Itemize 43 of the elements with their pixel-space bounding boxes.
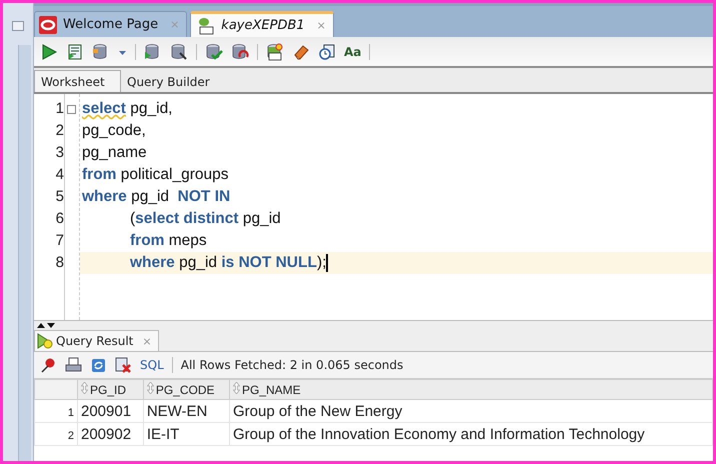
document-tab[interactable]: Welcome Page × (34, 11, 188, 37)
scrollbar[interactable] (18, 45, 30, 461)
column-header[interactable]: PG_NAME (229, 380, 712, 400)
table-cell: Group of the New Energy (229, 400, 712, 422)
line-number: 1 (54, 99, 64, 119)
minimize-button[interactable] (12, 21, 24, 31)
line-number: 7 (54, 231, 64, 251)
code-line: pg_code, (81, 121, 147, 141)
format-button[interactable]: Aa (344, 44, 362, 58)
code-line: where pg_id NOT IN (81, 187, 232, 207)
line-number: 3 (54, 143, 64, 163)
line-number: 4 (54, 165, 64, 185)
editor-tab[interactable]: Worksheet (34, 70, 121, 92)
logo-icon (39, 16, 57, 34)
code-line: select pg_id, (81, 99, 174, 119)
editor-tab[interactable]: Query Builder (121, 71, 216, 92)
code-line: from political_groups (81, 165, 230, 185)
code-line: pg_name (81, 143, 148, 163)
run-icon (37, 333, 53, 349)
column-header[interactable]: PG_CODE (143, 380, 230, 400)
code-line: (select distinct pg_id (129, 209, 282, 229)
run-icon[interactable] (40, 42, 58, 60)
table-cell: 200901 (78, 400, 144, 422)
line-number: 2 (54, 121, 64, 141)
line-number: 6 (54, 209, 64, 229)
line-number: 5 (54, 187, 64, 207)
print-icon[interactable] (65, 356, 82, 374)
fold-icon[interactable] (67, 105, 76, 114)
column-header[interactable]: PG_ID (78, 380, 144, 400)
clock-icon[interactable] (318, 42, 336, 60)
table-cell: NEW-EN (143, 400, 230, 422)
delete-icon[interactable] (115, 356, 132, 374)
script-icon[interactable] (66, 42, 84, 60)
result-tab[interactable]: Query Result × (34, 330, 159, 351)
refresh-icon[interactable] (90, 356, 107, 374)
sql-link[interactable]: SQL (140, 358, 164, 372)
row-number: 1 (34, 400, 78, 422)
code-line: from meps (129, 231, 208, 251)
eraser-icon[interactable] (292, 42, 310, 60)
line-number: 8 (54, 253, 64, 273)
document-tab[interactable]: kayeXEPDB1 × (190, 11, 334, 37)
pin-icon[interactable] (40, 356, 57, 374)
status-text: All Rows Fetched: 2 in 0.065 seconds (180, 358, 404, 372)
